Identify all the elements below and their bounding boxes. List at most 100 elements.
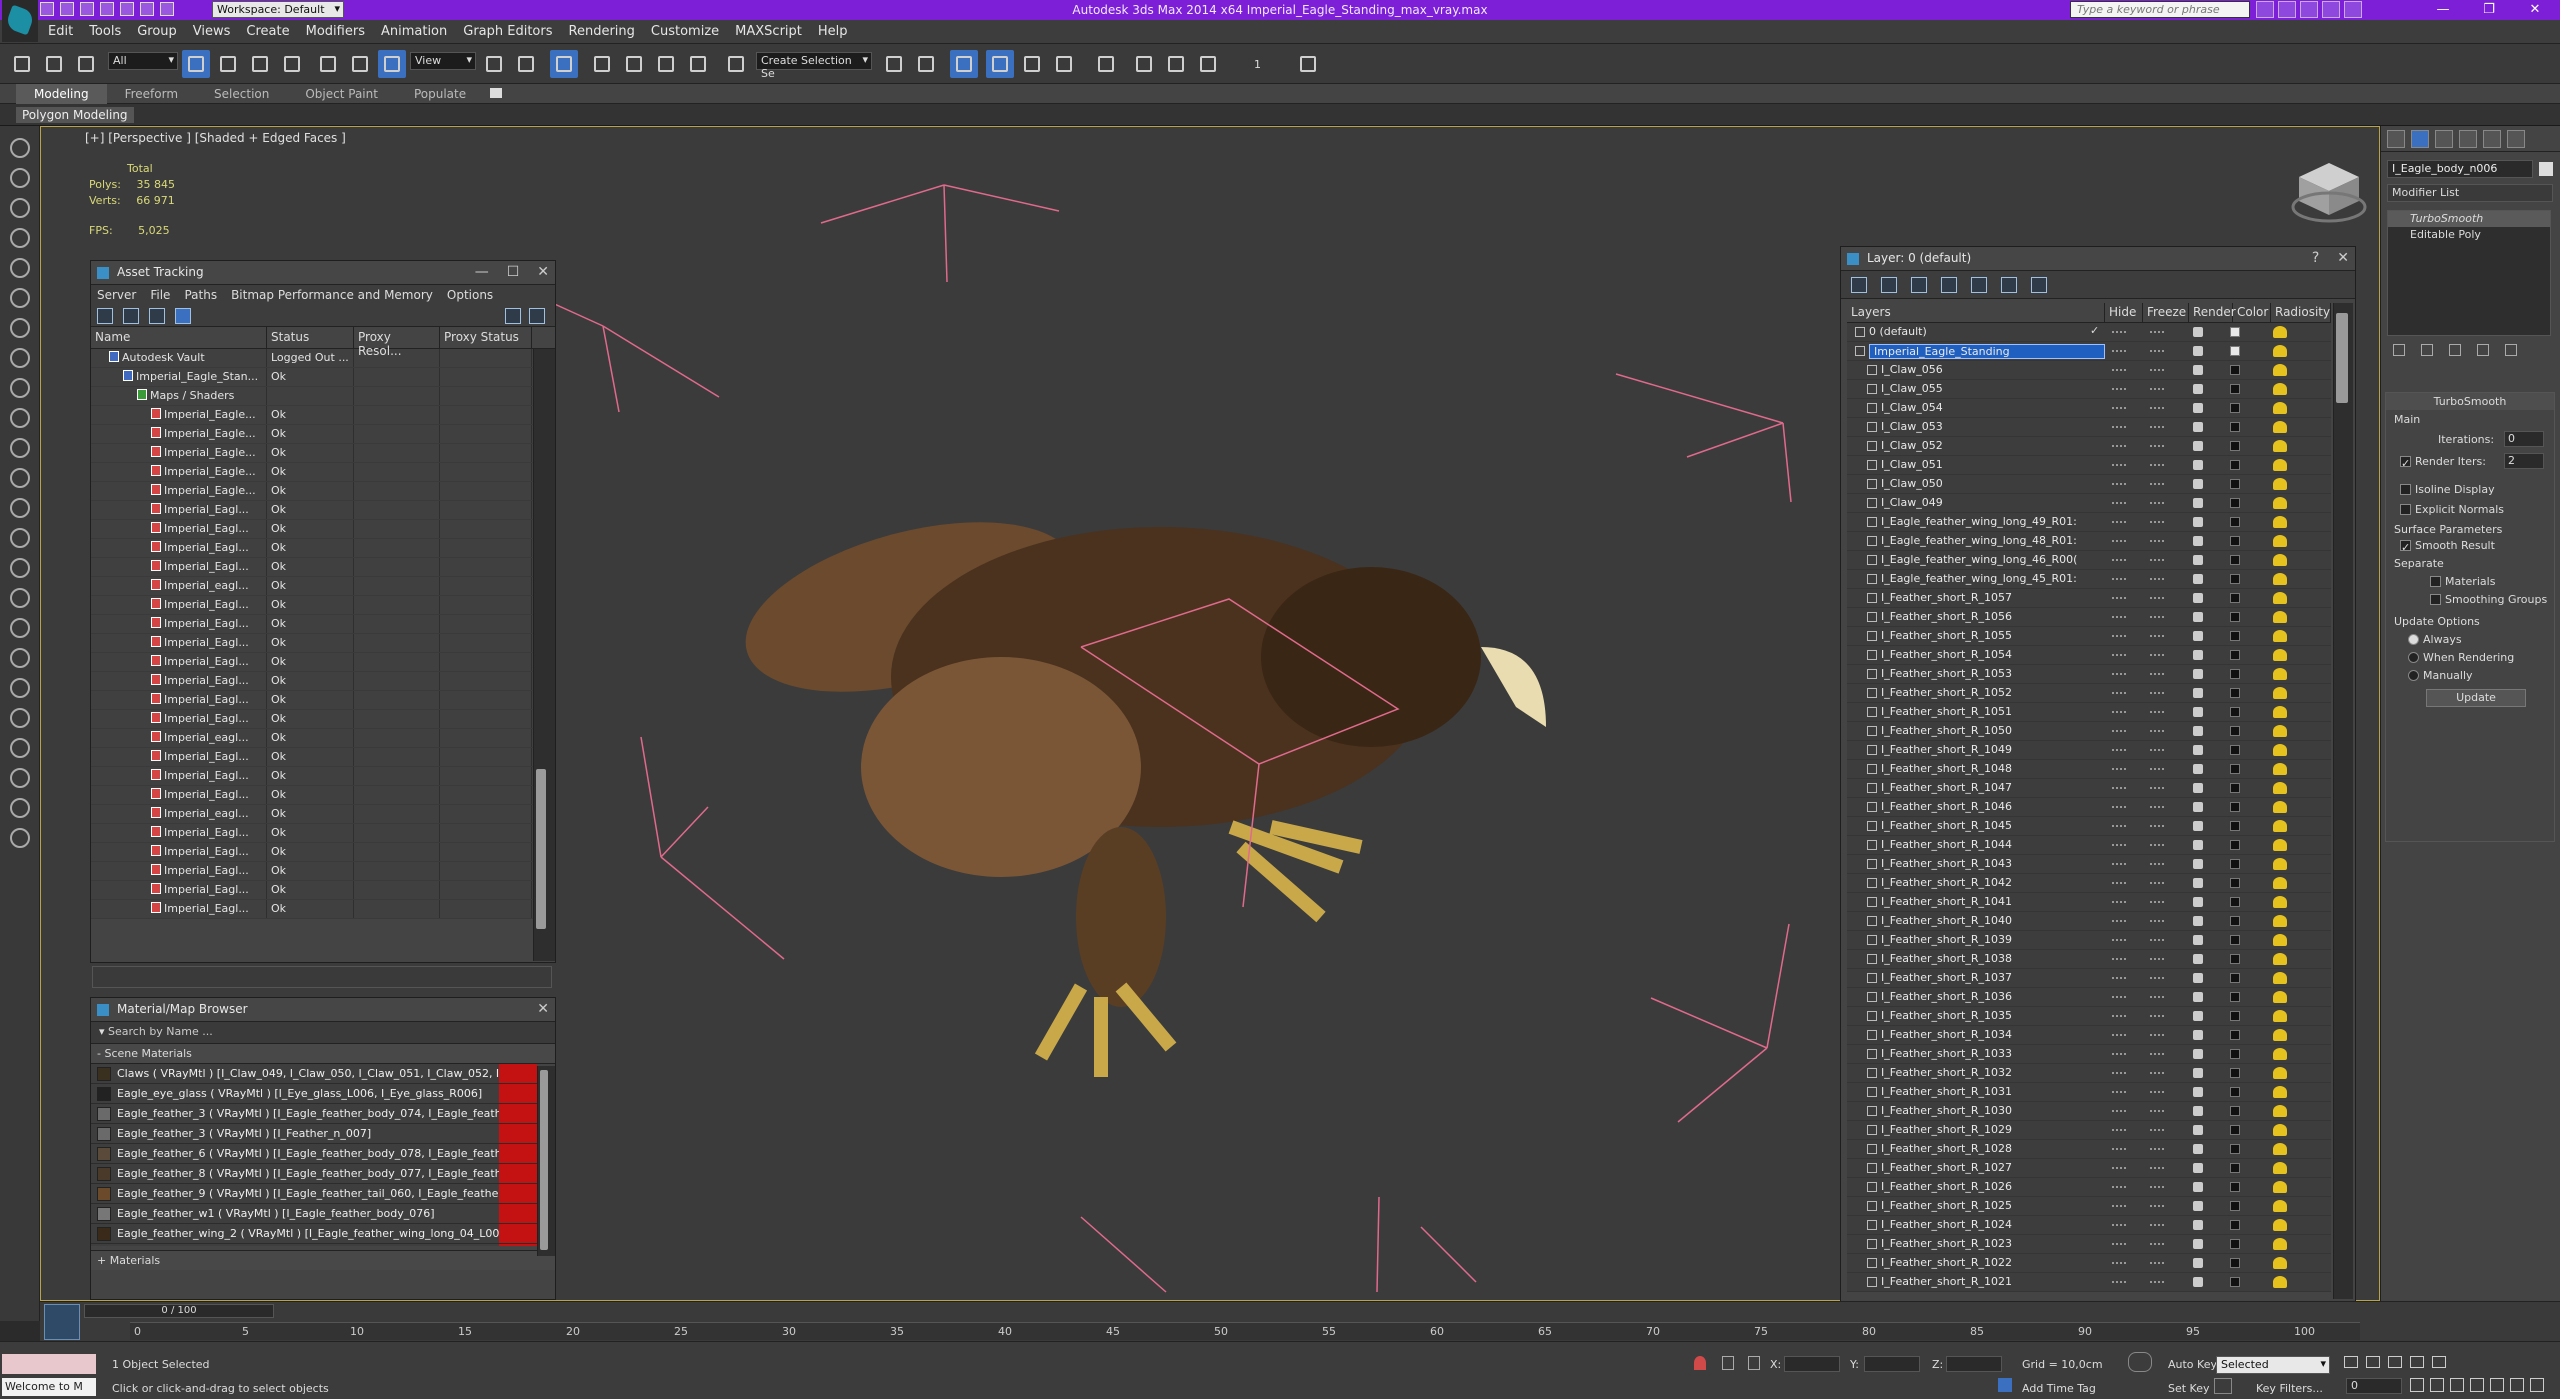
layer-row[interactable]: I_Claw_051 xyxy=(1847,456,2331,475)
rotate-icon[interactable] xyxy=(346,50,374,78)
layer-manager-titlebar[interactable]: Layer: 0 (default)? ✕ xyxy=(1841,247,2355,271)
freeze-toggle[interactable] xyxy=(2150,426,2164,428)
hide-toggle[interactable] xyxy=(2112,1053,2126,1055)
radiosity-icon[interactable] xyxy=(2273,1029,2287,1041)
render-teapot-icon[interactable] xyxy=(2193,802,2203,812)
asset-row[interactable]: Imperial_Eagl... Ok xyxy=(91,520,533,539)
freeze-toggle[interactable] xyxy=(2150,635,2164,637)
freeze-toggle[interactable] xyxy=(2150,597,2164,599)
hide-toggle[interactable] xyxy=(2112,692,2126,694)
menu-maxscript[interactable]: MAXScript xyxy=(735,24,802,39)
render-teapot-icon[interactable] xyxy=(2193,346,2203,356)
asset-settings-icon[interactable] xyxy=(529,308,545,324)
radiosity-icon[interactable] xyxy=(2273,1181,2287,1193)
skin-icon[interactable] xyxy=(10,588,30,608)
render-teapot-icon[interactable] xyxy=(2193,574,2203,584)
asset-row[interactable]: Imperial_Eagl... Ok xyxy=(91,615,533,634)
layer-row[interactable]: I_Feather_short_R_1022 xyxy=(1847,1254,2331,1273)
hide-toggle[interactable] xyxy=(2112,388,2126,390)
radiosity-icon[interactable] xyxy=(2273,1257,2287,1269)
select-in-layer-icon[interactable] xyxy=(1941,277,1957,293)
freeze-toggle[interactable] xyxy=(2150,616,2164,618)
radiosity-icon[interactable] xyxy=(2273,839,2287,851)
material-item[interactable]: Eagle_feather_wing_5_f ( VRayMtl ) [I_Ea… xyxy=(91,1244,537,1246)
hide-toggle[interactable] xyxy=(2112,749,2126,751)
render-teapot-icon[interactable] xyxy=(2193,1182,2203,1192)
render-teapot-icon[interactable] xyxy=(2193,1087,2203,1097)
freeze-toggle[interactable] xyxy=(2150,445,2164,447)
radiosity-icon[interactable] xyxy=(2273,649,2287,661)
curve-editor-icon[interactable] xyxy=(1018,50,1046,78)
material-search-dropdown-icon[interactable]: ▾ xyxy=(99,1025,108,1038)
display-tab-icon[interactable] xyxy=(2483,130,2501,148)
material-item[interactable]: Eagle_feather_wing_2 ( VRayMtl ) [I_Eagl… xyxy=(91,1224,537,1244)
help-search-input[interactable]: Type a keyword or phrase xyxy=(2070,1,2250,18)
asset-col-name[interactable]: Name xyxy=(91,327,267,348)
user-icon[interactable] xyxy=(2300,1,2318,18)
asset-row[interactable]: Imperial_Eagl... Ok xyxy=(91,596,533,615)
radiosity-icon[interactable] xyxy=(2273,345,2287,357)
layer-row[interactable]: I_Feather_short_R_1053 xyxy=(1847,665,2331,684)
layer-color-swatch[interactable] xyxy=(2230,1011,2240,1021)
hide-toggle[interactable] xyxy=(2112,939,2126,941)
layer-scrollbar[interactable] xyxy=(2333,303,2353,1299)
asset-row[interactable]: Imperial_Eagl... Ok xyxy=(91,672,533,691)
window-crossing-icon[interactable] xyxy=(278,50,306,78)
help-icon[interactable] xyxy=(10,828,30,848)
layer-close-icon[interactable]: ✕ xyxy=(2337,250,2349,266)
asset-row[interactable]: Imperial_Eagle... Ok xyxy=(91,463,533,482)
particles-icon[interactable] xyxy=(10,498,30,518)
radiosity-icon[interactable] xyxy=(2273,687,2287,699)
layer-color-swatch[interactable] xyxy=(2230,821,2240,831)
radiosity-icon[interactable] xyxy=(2273,1067,2287,1079)
smooth-result-checkbox[interactable]: ✓ xyxy=(2400,540,2411,554)
zoom-extents-icon[interactable] xyxy=(2450,1378,2464,1392)
hide-toggle[interactable] xyxy=(2112,1281,2126,1283)
hide-toggle[interactable] xyxy=(2112,1072,2126,1074)
hide-toggle[interactable] xyxy=(2112,844,2126,846)
render-teapot-icon[interactable] xyxy=(2193,517,2203,527)
asset-col-proxy-resolution[interactable]: Proxy Resol... xyxy=(354,327,440,358)
menu-views[interactable]: Views xyxy=(193,24,231,39)
isolate-selection-icon[interactable] xyxy=(1694,1356,1706,1370)
freeze-toggle[interactable] xyxy=(2150,1243,2164,1245)
freeze-toggle[interactable] xyxy=(2150,540,2164,542)
hide-toggle[interactable] xyxy=(2112,407,2126,409)
layer-color-swatch[interactable] xyxy=(2230,517,2240,527)
freeze-toggle[interactable] xyxy=(2150,730,2164,732)
asset-tracking-titlebar[interactable]: Asset Tracking — ☐ ✕ xyxy=(91,261,555,285)
hide-toggle[interactable] xyxy=(2112,673,2126,675)
radiosity-icon[interactable] xyxy=(2273,1048,2287,1060)
ribbon-tab-freeform[interactable]: Freeform xyxy=(107,84,196,104)
radiosity-icon[interactable] xyxy=(2273,1124,2287,1136)
render-production-icon[interactable] xyxy=(1194,50,1222,78)
freeze-toggle[interactable] xyxy=(2150,901,2164,903)
time-tag-icon[interactable] xyxy=(1998,1378,2012,1392)
link-icon[interactable] xyxy=(8,50,36,78)
pivot-center-icon[interactable] xyxy=(480,50,508,78)
viewcube-icon[interactable] xyxy=(2289,157,2369,227)
material-item[interactable]: Eagle_feather_3 ( VRayMtl ) [I_Feather_n… xyxy=(91,1124,537,1144)
radiosity-icon[interactable] xyxy=(2273,497,2287,509)
hide-toggle[interactable] xyxy=(2112,996,2126,998)
render-teapot-icon[interactable] xyxy=(2193,1144,2203,1154)
asset-row[interactable]: Imperial_Eagl... Ok xyxy=(91,900,533,919)
freeze-toggle[interactable] xyxy=(2150,1205,2164,1207)
asset-row[interactable]: Imperial_Eagle... Ok xyxy=(91,482,533,501)
layer-row[interactable]: I_Feather_short_R_1029 xyxy=(1847,1121,2331,1140)
asset-row[interactable]: Imperial_Eagl... Ok xyxy=(91,653,533,672)
hierarchy-tab-icon[interactable] xyxy=(2435,130,2453,148)
radiosity-icon[interactable] xyxy=(2273,611,2287,623)
layer-row[interactable]: I_Feather_short_R_1048 xyxy=(1847,760,2331,779)
ribbon-options-icon[interactable] xyxy=(490,88,502,98)
layer-row[interactable]: I_Feather_short_R_1044 xyxy=(1847,836,2331,855)
freeze-toggle[interactable] xyxy=(2150,1034,2164,1036)
layer-color-swatch[interactable] xyxy=(2230,1163,2240,1173)
field-of-view-icon[interactable] xyxy=(2470,1378,2484,1392)
layer-color-swatch[interactable] xyxy=(2230,935,2240,945)
vray-frame-buffer-icon[interactable] xyxy=(1294,50,1322,78)
teapot-icon[interactable] xyxy=(10,768,30,788)
render-teapot-icon[interactable] xyxy=(2193,707,2203,717)
radiosity-icon[interactable] xyxy=(2273,459,2287,471)
radiosity-icon[interactable] xyxy=(2273,896,2287,908)
